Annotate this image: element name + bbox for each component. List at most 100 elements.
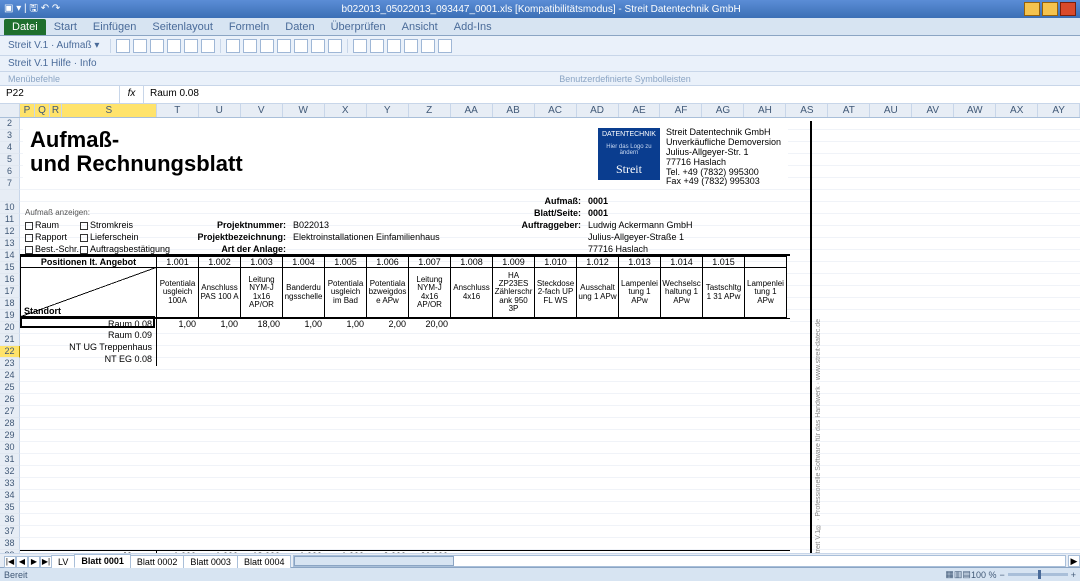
row-number[interactable]: 16 bbox=[0, 274, 20, 286]
value-cell[interactable] bbox=[703, 354, 745, 366]
sheet-grid[interactable]: 2345671011121314151617181920212223242526… bbox=[0, 118, 1080, 553]
value-cell[interactable] bbox=[367, 354, 409, 366]
row-number[interactable]: 7 bbox=[0, 178, 20, 190]
toolbar-icon[interactable] bbox=[311, 39, 325, 53]
maximize-button[interactable] bbox=[1042, 2, 1058, 16]
value-cell[interactable] bbox=[661, 319, 703, 330]
zoom-in-icon[interactable]: + bbox=[1071, 570, 1076, 580]
value-cell[interactable] bbox=[577, 330, 619, 342]
col-header[interactable]: AY bbox=[1038, 104, 1080, 117]
row-number[interactable]: 20 bbox=[0, 322, 20, 334]
tab-einfuegen[interactable]: Einfügen bbox=[85, 19, 144, 35]
value-cell[interactable] bbox=[283, 342, 325, 354]
value-cell[interactable] bbox=[493, 330, 535, 342]
row-number[interactable]: 30 bbox=[0, 442, 20, 454]
chk-stromkreis[interactable] bbox=[80, 222, 88, 230]
toolbar-icon[interactable] bbox=[277, 39, 291, 53]
row-number[interactable]: 28 bbox=[0, 418, 20, 430]
tab-ansicht[interactable]: Ansicht bbox=[394, 19, 446, 35]
toolbar-icon[interactable] bbox=[370, 39, 384, 53]
toolbar-icon[interactable] bbox=[387, 39, 401, 53]
value-cell[interactable] bbox=[577, 342, 619, 354]
value-cell[interactable] bbox=[577, 354, 619, 366]
toolbar-icon[interactable] bbox=[226, 39, 240, 53]
row-number[interactable]: 22 bbox=[0, 346, 20, 358]
scroll-right-btn[interactable]: ▶ bbox=[1068, 555, 1080, 567]
col-header[interactable]: Q bbox=[35, 104, 50, 117]
sheet-nav-btn[interactable]: ◀ bbox=[16, 556, 28, 568]
formula-input[interactable]: Raum 0.08 bbox=[144, 86, 1080, 103]
col-header[interactable]: AH bbox=[744, 104, 786, 117]
row-number[interactable]: 29 bbox=[0, 430, 20, 442]
value-cell[interactable] bbox=[745, 354, 787, 366]
row-number[interactable]: 35 bbox=[0, 502, 20, 514]
value-cell[interactable] bbox=[661, 342, 703, 354]
col-header[interactable]: R bbox=[50, 104, 62, 117]
value-cell[interactable] bbox=[157, 330, 199, 342]
value-cell[interactable] bbox=[241, 354, 283, 366]
row-number[interactable]: 37 bbox=[0, 526, 20, 538]
view-layout-icon[interactable]: ▥ bbox=[954, 569, 963, 580]
toolbar-icon[interactable] bbox=[438, 39, 452, 53]
row-number[interactable]: 18 bbox=[0, 298, 20, 310]
sheet-tab[interactable]: Blatt 0001 bbox=[74, 554, 131, 568]
value-cell[interactable] bbox=[451, 330, 493, 342]
col-header[interactable]: P bbox=[20, 104, 35, 117]
toolbar-icon[interactable] bbox=[404, 39, 418, 53]
value-cell[interactable] bbox=[409, 354, 451, 366]
value-cell[interactable] bbox=[157, 342, 199, 354]
row-number[interactable]: 26 bbox=[0, 394, 20, 406]
value-cell[interactable] bbox=[199, 354, 241, 366]
sheet-tab[interactable]: Blatt 0002 bbox=[130, 555, 185, 568]
value-cell[interactable] bbox=[493, 354, 535, 366]
col-header[interactable]: AC bbox=[535, 104, 577, 117]
table-row[interactable]: NT EG 0.08 bbox=[20, 354, 790, 366]
sheet-nav-btn[interactable]: |◀ bbox=[4, 556, 16, 568]
chk-best[interactable] bbox=[25, 246, 33, 254]
toolbar-icon[interactable] bbox=[243, 39, 257, 53]
toolbar-icon[interactable] bbox=[201, 39, 215, 53]
col-header[interactable]: W bbox=[283, 104, 325, 117]
col-header[interactable]: AD bbox=[577, 104, 619, 117]
row-number[interactable]: 5 bbox=[0, 154, 20, 166]
table-row[interactable]: Raum 0.09 bbox=[20, 330, 790, 342]
value-cell[interactable] bbox=[241, 342, 283, 354]
row-number[interactable]: 10 bbox=[0, 202, 20, 214]
col-header[interactable]: AT bbox=[828, 104, 870, 117]
value-cell[interactable] bbox=[199, 330, 241, 342]
col-header[interactable]: Y bbox=[367, 104, 409, 117]
location-cell[interactable]: Raum 0.09 bbox=[20, 330, 157, 342]
minimize-button[interactable] bbox=[1024, 2, 1040, 16]
toolbar-icon[interactable] bbox=[184, 39, 198, 53]
sheet-tab[interactable]: Blatt 0004 bbox=[237, 555, 292, 568]
col-header[interactable]: AF bbox=[660, 104, 702, 117]
row-number[interactable]: 39 bbox=[0, 550, 20, 553]
value-cell[interactable] bbox=[451, 342, 493, 354]
col-header[interactable]: S bbox=[62, 104, 157, 117]
value-cell[interactable] bbox=[703, 330, 745, 342]
value-cell[interactable] bbox=[619, 319, 661, 330]
chk-ab[interactable] bbox=[80, 246, 88, 254]
row-number[interactable]: 6 bbox=[0, 166, 20, 178]
row-number[interactable]: 14 bbox=[0, 250, 20, 262]
toolbar-icon[interactable] bbox=[133, 39, 147, 53]
row-number[interactable]: 15 bbox=[0, 262, 20, 274]
name-box[interactable]: P22 bbox=[0, 86, 120, 103]
sheet-tab[interactable]: Blatt 0003 bbox=[183, 555, 238, 568]
row-number[interactable] bbox=[0, 190, 20, 202]
toolbar-icon[interactable] bbox=[116, 39, 130, 53]
view-break-icon[interactable]: ▤ bbox=[962, 569, 971, 580]
toolbar-icon[interactable] bbox=[294, 39, 308, 53]
value-cell[interactable] bbox=[409, 342, 451, 354]
toolbar-icon[interactable] bbox=[353, 39, 367, 53]
horizontal-scrollbar[interactable] bbox=[293, 555, 1066, 567]
value-cell[interactable] bbox=[157, 354, 199, 366]
tab-formeln[interactable]: Formeln bbox=[221, 19, 277, 35]
toolbar-icon[interactable] bbox=[150, 39, 164, 53]
toolbar-icon[interactable] bbox=[260, 39, 274, 53]
col-header[interactable]: Z bbox=[409, 104, 451, 117]
value-cell[interactable] bbox=[745, 319, 787, 330]
value-cell[interactable]: 1,00 bbox=[157, 319, 199, 330]
col-header[interactable]: U bbox=[199, 104, 241, 117]
value-cell[interactable] bbox=[619, 330, 661, 342]
